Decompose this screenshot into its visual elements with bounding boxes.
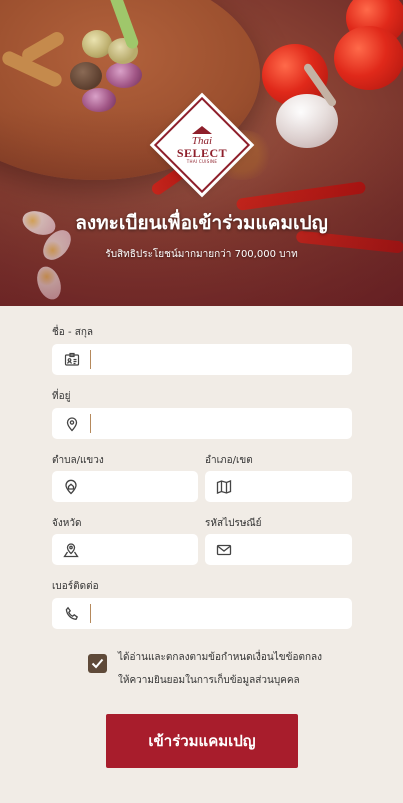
consent-checkbox[interactable]: [88, 654, 107, 673]
page-subtitle: รับสิทธิประโยชน์มากมายกว่า 700,000 บาท: [105, 249, 298, 260]
district-field: [205, 471, 403, 502]
home-pin-icon: [63, 478, 79, 496]
map-pin-icon: [63, 541, 79, 559]
consent-privacy-text: ให้ความยินยอมในการเก็บข้อมูลส่วนบุคคล: [118, 675, 300, 686]
fullname-field: [52, 344, 352, 375]
subdistrict-label: ตำบล/แขวง: [52, 455, 104, 466]
brand-logo: Thai SELECT THAI CUISINE: [153, 96, 251, 194]
consent-terms-text: ได้อ่านและตกลงตามข้อกำหนดเงื่อนไขข้อตกลง: [118, 652, 323, 663]
fullname-input[interactable]: [91, 344, 352, 375]
location-pin-icon: [63, 415, 81, 433]
page-title: ลงทะเบียนเพื่อเข้าร่วมแคมเปญ: [75, 212, 328, 234]
phone-input[interactable]: [91, 598, 352, 629]
hero-banner: Thai SELECT THAI CUISINE ลงทะเบียนเพื่อเ…: [0, 0, 403, 306]
postcode-field: [205, 534, 403, 565]
envelope-icon: [216, 541, 232, 559]
phone-icon: [63, 605, 81, 623]
map-icon: [216, 478, 232, 496]
address-input[interactable]: [91, 408, 352, 439]
join-campaign-button[interactable]: เข้าร่วมแคมเปญ: [106, 714, 298, 768]
fullname-label: ชื่อ - สกุล: [52, 327, 94, 338]
id-card-icon: [63, 351, 81, 369]
address-label: ที่อยู่: [52, 391, 71, 402]
checkmark-icon: [91, 658, 104, 669]
district-label: อำเภอ/เขต: [205, 455, 253, 466]
logo-text-cuisine: THAI CUISINE: [186, 159, 218, 164]
address-field: [52, 408, 352, 439]
province-field: [52, 534, 254, 565]
subdistrict-field: [52, 471, 254, 502]
phone-label: เบอร์ติดต่อ: [52, 581, 99, 592]
phone-field: [52, 598, 352, 629]
postcode-input[interactable]: [241, 534, 403, 565]
logo-text-select: SELECT: [176, 146, 228, 160]
thai-roof-icon: [191, 126, 212, 134]
district-input[interactable]: [241, 471, 403, 502]
postcode-label: รหัสไปรษณีย์: [205, 518, 262, 529]
province-label: จังหวัด: [52, 518, 82, 529]
